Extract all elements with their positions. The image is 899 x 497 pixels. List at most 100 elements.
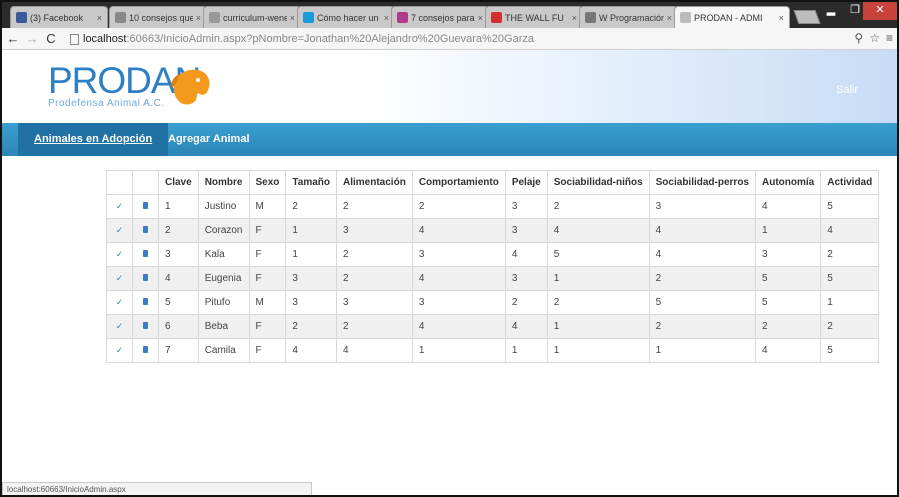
new-tab-button[interactable] <box>793 10 821 24</box>
table-cell: 2 <box>820 242 880 267</box>
edit-icon[interactable]: ✓ <box>116 225 124 235</box>
edit-icon[interactable]: ✓ <box>116 297 124 307</box>
tab-close-icon[interactable]: × <box>478 13 483 23</box>
edit-cell: ✓ <box>106 266 133 291</box>
edit-icon[interactable]: ✓ <box>116 321 124 331</box>
browser-tab[interactable]: Cómo hacer un c × <box>297 6 395 28</box>
tab-close-icon[interactable]: × <box>384 13 389 23</box>
favicon-icon <box>209 12 220 23</box>
delete-icon[interactable] <box>143 202 148 209</box>
edit-cell: ✓ <box>106 314 133 339</box>
bookmark-star-icon[interactable]: ☆ <box>869 31 880 45</box>
delete-icon[interactable] <box>143 298 148 305</box>
favicon-icon <box>115 12 126 23</box>
browser-tab[interactable]: 10 consejos que × <box>109 6 207 28</box>
browser-tab[interactable]: PRODAN - ADMI × <box>674 6 790 28</box>
delete-cell <box>132 338 159 363</box>
tab-label: W Programación o <box>599 12 664 23</box>
table-cell: 5 <box>820 338 880 363</box>
table-cell: 3 <box>285 290 338 315</box>
table-cell: 2 <box>546 194 650 219</box>
close-window-icon[interactable]: ✕ <box>863 2 897 20</box>
table-cell: 2 <box>648 314 757 339</box>
table-cell: 6 <box>158 314 199 339</box>
favicon-icon <box>680 12 691 23</box>
browser-tab[interactable]: THE WALL FU × <box>485 6 583 28</box>
tab-label: PRODAN - ADMI <box>694 12 763 23</box>
table-cell: 1 <box>820 290 880 315</box>
minimize-icon[interactable]: ▂ <box>820 2 842 20</box>
delete-icon[interactable] <box>143 322 148 329</box>
table-cell: 1 <box>158 194 199 219</box>
tab-close-icon[interactable]: × <box>97 13 102 23</box>
edit-cell: ✓ <box>106 218 133 243</box>
delete-cell <box>132 290 159 315</box>
favicon-icon <box>397 12 408 23</box>
delete-icon[interactable] <box>143 346 148 353</box>
logout-link[interactable]: Salir <box>836 84 858 96</box>
table-cell: 4 <box>754 338 822 363</box>
tab-label: 10 consejos que <box>129 12 193 23</box>
table-cell: 4 <box>504 242 548 267</box>
edit-icon[interactable]: ✓ <box>116 249 124 259</box>
table-cell: 5 <box>648 290 757 315</box>
menu-icon[interactable]: ≡ <box>886 31 893 45</box>
column-header: Sociabilidad-niños <box>546 170 650 195</box>
table-cell: Beba <box>197 314 250 339</box>
table-cell: 4 <box>648 218 757 243</box>
table-cell: 2 <box>336 314 413 339</box>
table-cell: F <box>248 266 287 291</box>
table-cell: 2 <box>158 218 199 243</box>
address-bar[interactable]: localhost:60663/InicioAdmin.aspx?pNombre… <box>70 31 830 47</box>
delete-cell <box>132 266 159 291</box>
table-cell: F <box>248 338 287 363</box>
table-cell: 1 <box>504 338 548 363</box>
tab-close-icon[interactable]: × <box>667 13 672 23</box>
reload-icon[interactable]: C <box>43 31 59 46</box>
table-cell: 4 <box>336 338 413 363</box>
edit-icon[interactable]: ✓ <box>116 273 124 283</box>
table-cell: 4 <box>285 338 338 363</box>
column-header: Clave <box>158 170 199 195</box>
tab-close-icon[interactable]: × <box>779 13 784 23</box>
edit-icon[interactable]: ✓ <box>116 201 124 211</box>
table-cell: F <box>248 242 287 267</box>
table-cell: 3 <box>754 242 822 267</box>
delete-icon[interactable] <box>143 250 148 257</box>
table-row: ✓ 5 Pitufo M 3 3 3 2 2 5 5 1 <box>106 290 880 315</box>
browser-tab[interactable]: curriculum-wene × <box>203 6 301 28</box>
delete-cell <box>132 194 159 219</box>
table-cell: 1 <box>648 338 757 363</box>
table-cell: 5 <box>820 266 880 291</box>
forward-icon[interactable]: → <box>24 31 40 46</box>
table-cell: 5 <box>546 242 650 267</box>
table-cell: 2 <box>336 194 413 219</box>
logo-subtitle: Prodefensa Animal A.C. <box>48 98 165 109</box>
nav-agregar-animal[interactable]: Agregar Animal <box>152 123 266 156</box>
column-header: Sociabilidad-perros <box>648 170 757 195</box>
table-cell: 3 <box>336 290 413 315</box>
back-icon[interactable]: ← <box>5 31 21 46</box>
edit-icon[interactable]: ✓ <box>116 345 124 355</box>
delete-icon[interactable] <box>143 274 148 281</box>
tab-close-icon[interactable]: × <box>290 13 295 23</box>
status-bar: localhost:60663/InicioAdmin.aspx <box>2 482 312 495</box>
nav-animales-adopcion[interactable]: Animales en Adopción <box>18 123 169 156</box>
table-cell: 4 <box>754 194 822 219</box>
table-cell: 4 <box>411 218 506 243</box>
browser-tab[interactable]: W Programación o× <box>579 6 678 28</box>
extension-icon[interactable]: ⚲ <box>854 31 863 45</box>
table-cell: Kala <box>197 242 250 267</box>
table-cell: 2 <box>285 314 338 339</box>
delete-icon[interactable] <box>143 226 148 233</box>
favicon-icon <box>303 12 314 23</box>
tab-close-icon[interactable]: × <box>196 13 201 23</box>
tab-close-icon[interactable]: × <box>572 13 577 23</box>
browser-tab[interactable]: (3) Facebook × <box>10 6 108 28</box>
table-cell: 4 <box>411 266 506 291</box>
dog-logo-icon <box>171 69 210 105</box>
browser-tab[interactable]: 7 consejos para × <box>391 6 489 28</box>
table-cell: 2 <box>648 266 757 291</box>
table-cell: 2 <box>285 194 338 219</box>
table-cell: F <box>248 218 287 243</box>
